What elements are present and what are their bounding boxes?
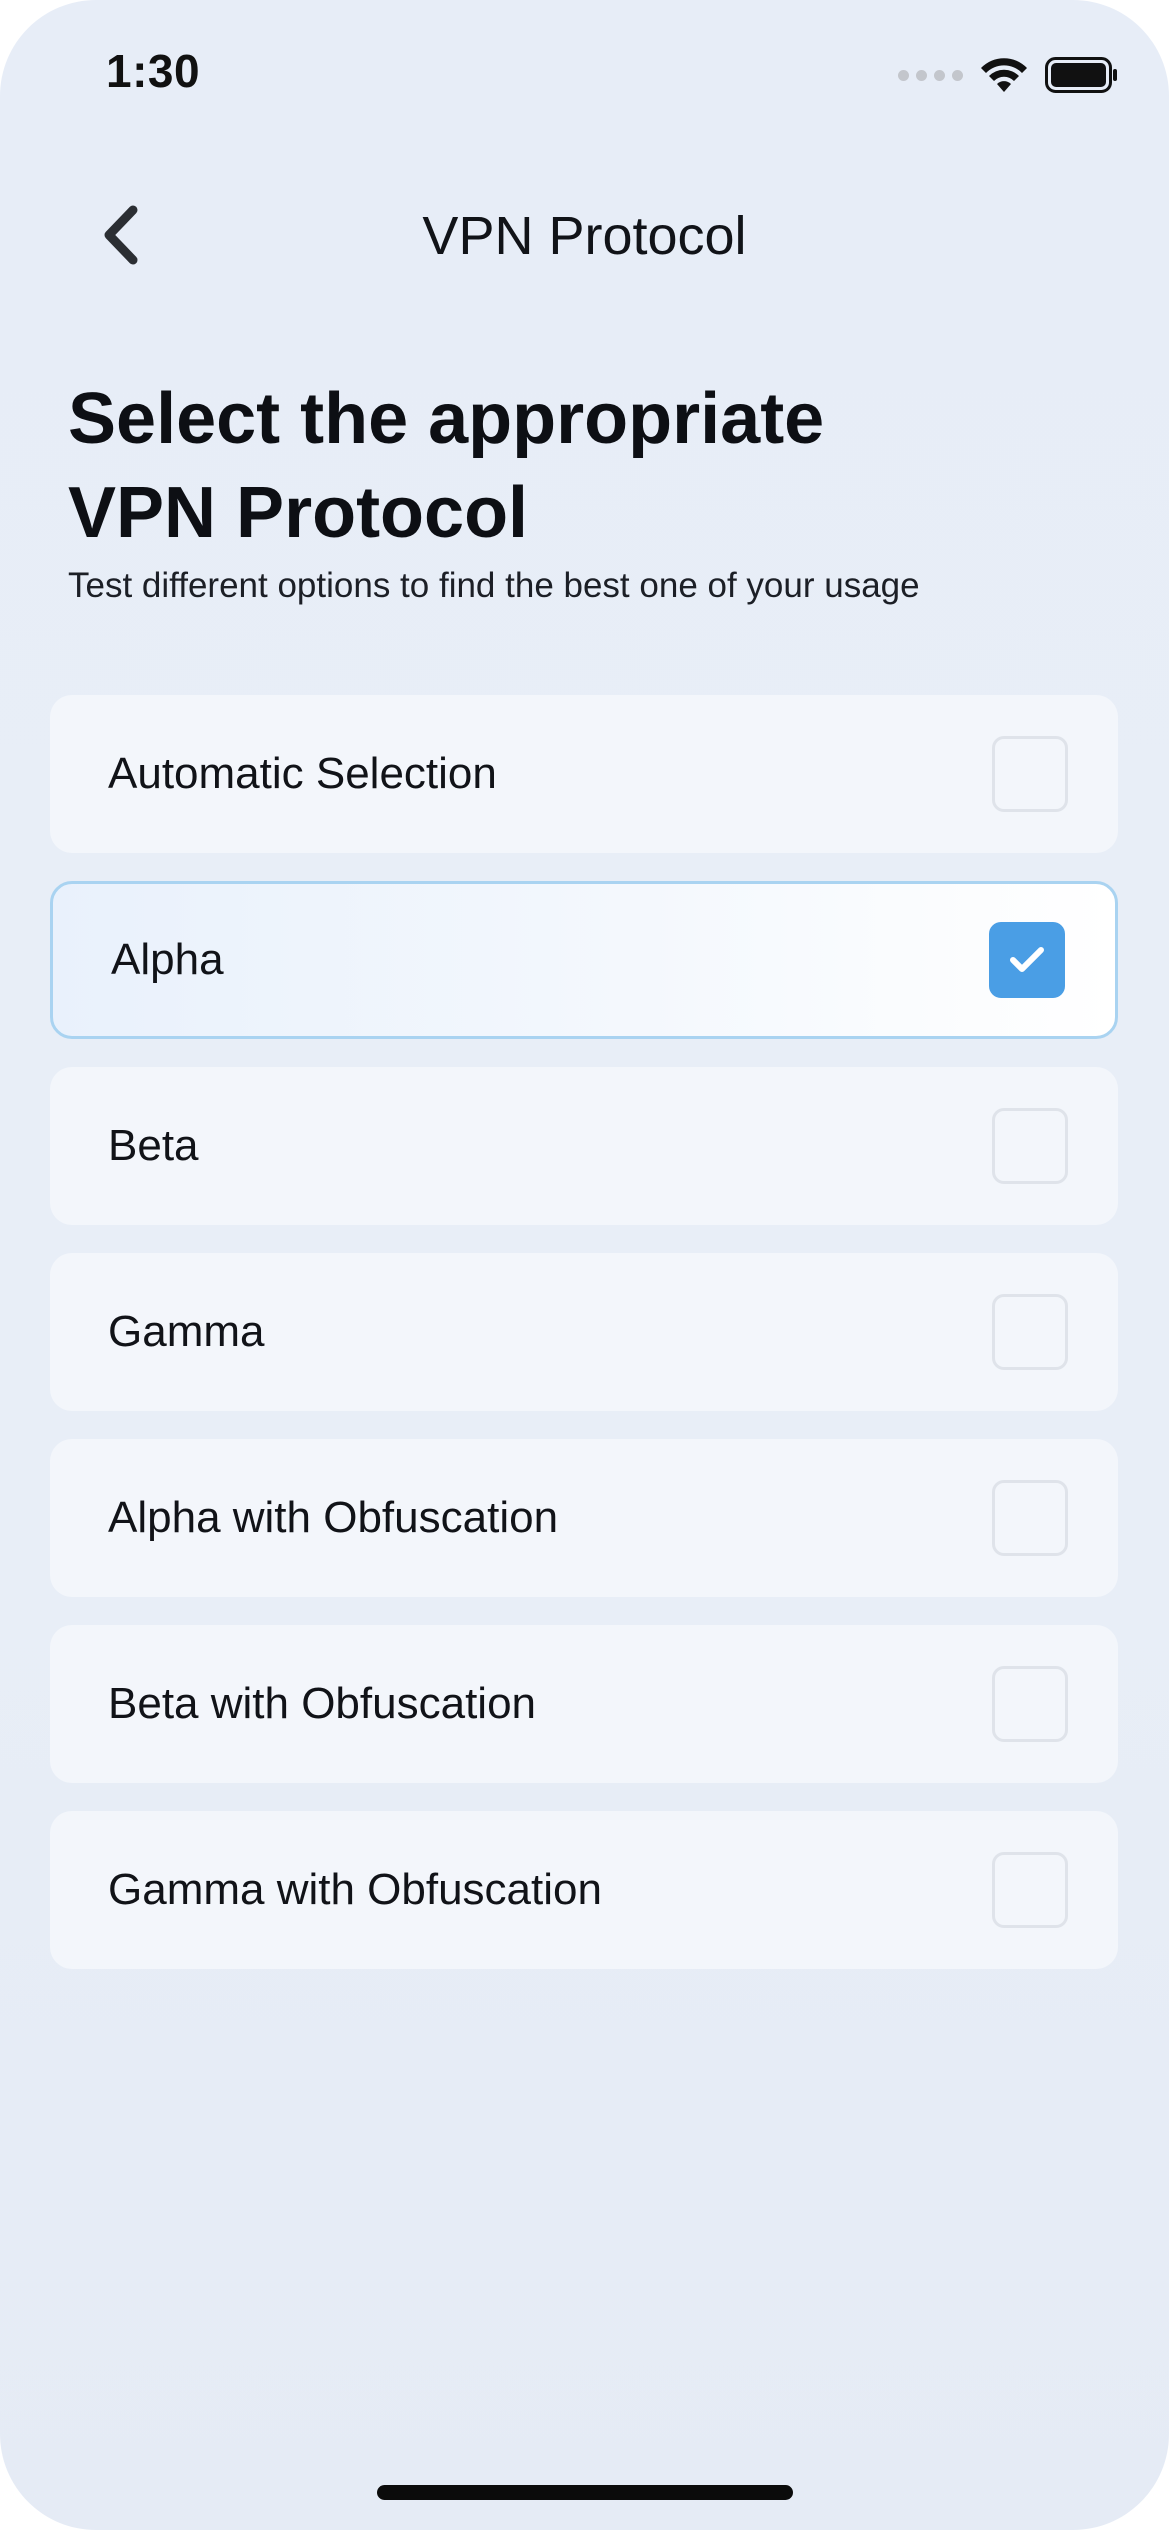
page-heading: Select the appropriate VPN Protocol xyxy=(68,372,1068,560)
option-gamma[interactable]: Gamma xyxy=(50,1253,1118,1411)
option-label: Beta xyxy=(108,1121,199,1170)
page-subheading: Test different options to find the best … xyxy=(68,566,920,605)
option-label: Gamma with Obfuscation xyxy=(108,1865,602,1914)
checkmark-icon xyxy=(1010,947,1044,972)
battery-icon xyxy=(1045,57,1117,93)
checkbox[interactable] xyxy=(992,736,1068,812)
option-automatic-selection[interactable]: Automatic Selection xyxy=(50,695,1118,853)
checkbox-checked[interactable] xyxy=(989,922,1065,998)
status-indicators xyxy=(898,52,1119,98)
cellular-signal-icon xyxy=(898,69,963,81)
option-gamma-with-obfuscation[interactable]: Gamma with Obfuscation xyxy=(50,1811,1118,1969)
option-label: Automatic Selection xyxy=(108,749,497,798)
phone-screen: 1:30 VPN Protocol Select the appropriate… xyxy=(0,0,1169,2530)
option-label: Alpha xyxy=(111,935,224,984)
checkbox[interactable] xyxy=(992,1852,1068,1928)
checkbox[interactable] xyxy=(992,1666,1068,1742)
heading-line-1: Select the appropriate xyxy=(68,379,825,459)
protocol-options-list: Automatic Selection Alpha Beta Gamma Alp… xyxy=(50,695,1118,1969)
option-alpha[interactable]: Alpha xyxy=(50,881,1118,1039)
option-beta[interactable]: Beta xyxy=(50,1067,1118,1225)
home-indicator xyxy=(377,2485,793,2500)
heading-line-2: VPN Protocol xyxy=(68,473,529,553)
option-beta-with-obfuscation[interactable]: Beta with Obfuscation xyxy=(50,1625,1118,1783)
status-time: 1:30 xyxy=(106,45,201,97)
option-label: Alpha with Obfuscation xyxy=(108,1493,559,1542)
wifi-icon xyxy=(981,58,1027,92)
checkbox[interactable] xyxy=(992,1294,1068,1370)
option-label: Gamma xyxy=(108,1307,265,1356)
checkbox[interactable] xyxy=(992,1480,1068,1556)
checkbox[interactable] xyxy=(992,1108,1068,1184)
nav-title: VPN Protocol xyxy=(422,206,747,266)
option-label: Beta with Obfuscation xyxy=(108,1679,537,1728)
option-alpha-with-obfuscation[interactable]: Alpha with Obfuscation xyxy=(50,1439,1118,1597)
